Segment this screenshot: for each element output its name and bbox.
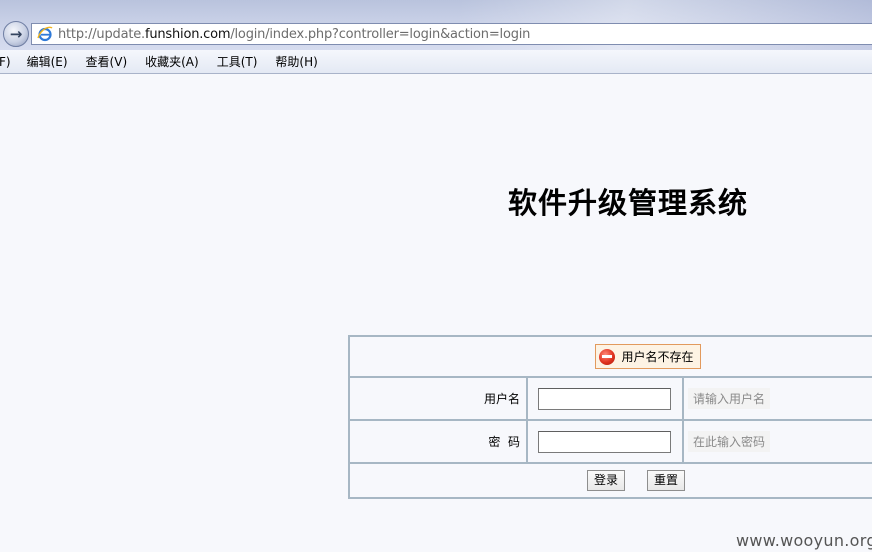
login-button[interactable]: 登录: [587, 470, 626, 491]
username-label: 用户名: [348, 376, 528, 421]
menu-bar: F) 编辑(E) 查看(V) 收藏夹(A) 工具(T) 帮助(H): [0, 50, 872, 74]
password-row: 密 码 在此输入密码: [348, 419, 872, 464]
login-form: 用户名不存在 用户名 请输入用户名 密 码 在此输入密码 登录 重置: [348, 335, 872, 499]
username-input[interactable]: [538, 387, 671, 410]
url-text[interactable]: http://update.funshion.com/login/index.p…: [58, 27, 530, 42]
username-hint: 请输入用户名: [688, 388, 771, 409]
page-title: 软件升级管理系统: [508, 186, 749, 220]
watermark: www.wooyun.org: [736, 531, 872, 550]
password-input[interactable]: [538, 430, 671, 453]
ie-browser-icon: [36, 25, 54, 43]
browser-toolbar: → http://update.funshion.com/login/index…: [0, 0, 872, 50]
reset-button[interactable]: 重置: [647, 470, 686, 491]
forward-arrow-icon[interactable]: →: [3, 21, 29, 47]
error-message-box: 用户名不存在: [595, 344, 701, 369]
menu-tools[interactable]: 工具(T): [216, 53, 259, 70]
error-message-text: 用户名不存在: [621, 350, 694, 364]
error-row: 用户名不存在: [348, 335, 872, 378]
menu-edit[interactable]: 编辑(E): [26, 53, 69, 70]
password-label: 密 码: [348, 419, 528, 464]
url-prefix: http://update.: [58, 26, 145, 42]
button-row: 登录 重置: [348, 462, 872, 499]
password-hint: 在此输入密码: [688, 431, 771, 452]
menu-file[interactable]: F): [0, 55, 12, 69]
url-path: /login/index.php?controller=login&action…: [230, 26, 531, 42]
url-domain: funshion.com: [144, 26, 231, 42]
menu-favorites[interactable]: 收藏夹(A): [144, 53, 200, 70]
menu-view[interactable]: 查看(V): [85, 53, 129, 70]
address-bar[interactable]: http://update.funshion.com/login/index.p…: [31, 23, 872, 45]
error-icon: [599, 348, 616, 365]
username-row: 用户名 请输入用户名: [348, 376, 872, 421]
menu-help[interactable]: 帮助(H): [274, 53, 318, 70]
